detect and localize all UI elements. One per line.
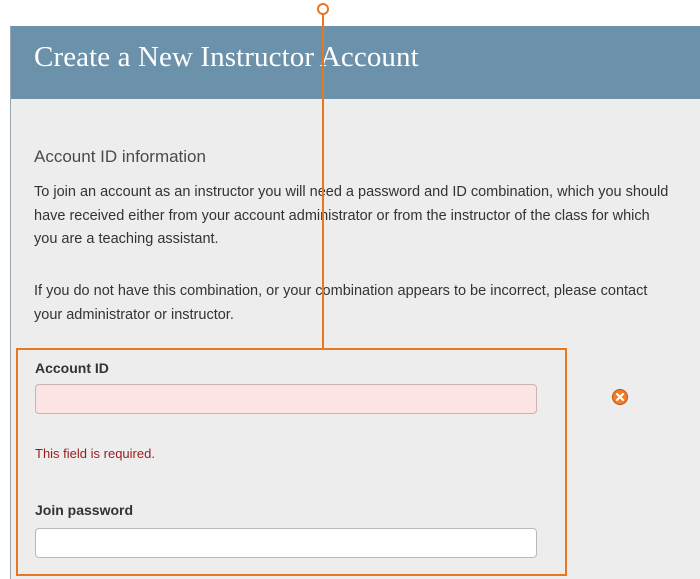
instructions-paragraph: To join an account as an instructor you … bbox=[34, 184, 669, 247]
page-header: Create a New Instructor Account bbox=[11, 26, 700, 99]
help-paragraph: If you do not have this combination, or … bbox=[34, 283, 648, 323]
error-x-circle-icon bbox=[612, 389, 628, 405]
page-title: Create a New Instructor Account bbox=[34, 41, 419, 73]
callout-line bbox=[322, 12, 324, 349]
callout-highlight-box bbox=[16, 348, 567, 576]
callout-dot bbox=[317, 3, 329, 15]
section-heading: Account ID information bbox=[34, 147, 206, 166]
